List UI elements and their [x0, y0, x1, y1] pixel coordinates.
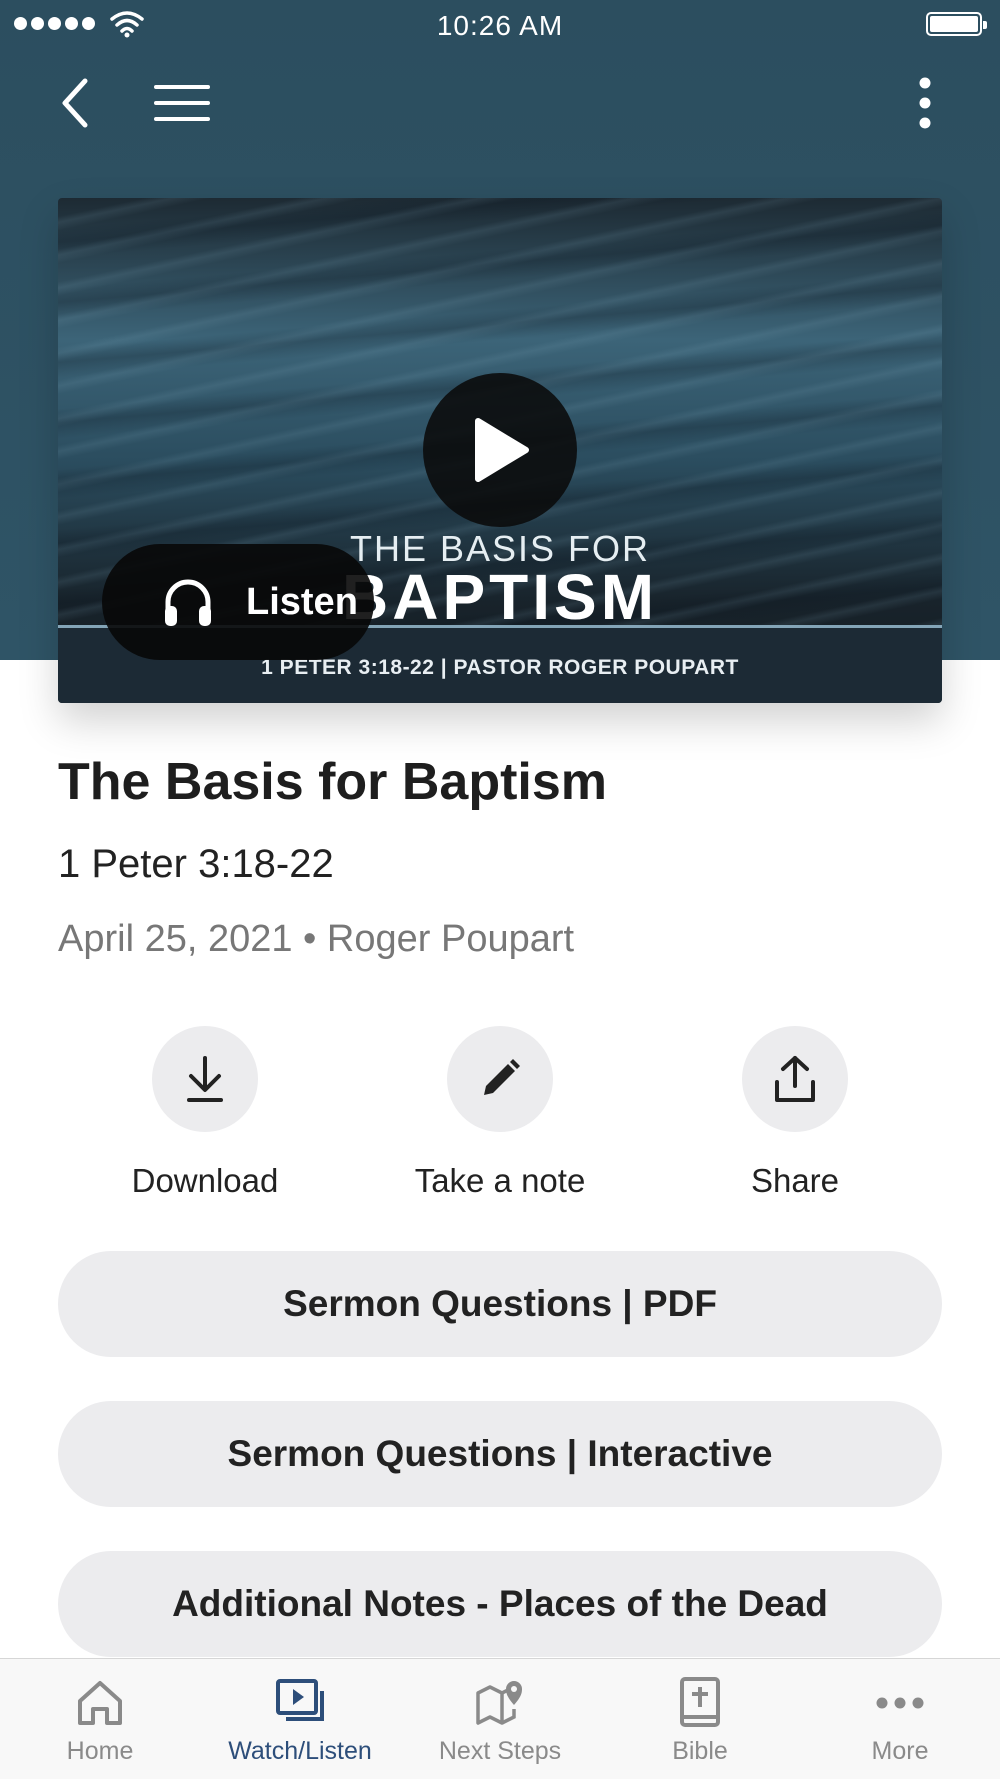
tab-bar: Home Watch/Listen Next Steps Bible More	[0, 1658, 1000, 1779]
take-note-button[interactable]: Take a note	[380, 1026, 620, 1200]
tab-next-steps[interactable]: Next Steps	[400, 1659, 600, 1779]
tab-next-steps-label: Next Steps	[438, 1737, 562, 1765]
sermon-video-thumbnail[interactable]: THE BASIS FOR BAPTISM 1 PETER 3:18-22 | …	[58, 198, 942, 703]
more-horizontal-icon	[876, 1697, 924, 1709]
tab-more-label: More	[871, 1737, 929, 1765]
status-bar: 10:26 AM	[0, 0, 1000, 50]
battery-icon	[926, 12, 987, 36]
download-button[interactable]: Download	[85, 1026, 325, 1200]
tab-bible-label: Bible	[672, 1737, 728, 1765]
download-icon	[187, 1056, 223, 1102]
share-label: Share	[750, 1162, 840, 1199]
pencil-icon	[484, 1059, 520, 1095]
headphones-icon	[165, 579, 211, 626]
share-circle[interactable]	[742, 1026, 848, 1132]
back-button[interactable]	[40, 68, 110, 138]
more-vertical-icon	[919, 77, 931, 129]
scripture-reference: 1 Peter 3:18-22	[58, 842, 334, 886]
listen-button[interactable]: Listen	[102, 544, 374, 660]
more-options-button[interactable]	[890, 68, 960, 138]
home-icon	[78, 1681, 122, 1725]
map-pin-icon	[476, 1681, 522, 1725]
video-library-icon	[276, 1679, 324, 1721]
tab-bible[interactable]: Bible	[600, 1659, 800, 1779]
sermon-title: The Basis for Baptism	[58, 753, 608, 811]
hamburger-menu-icon	[154, 85, 210, 121]
take-note-circle[interactable]	[447, 1026, 553, 1132]
play-button[interactable]	[423, 373, 577, 527]
tab-watch-listen-label: Watch/Listen	[228, 1737, 372, 1765]
chevron-left-icon	[62, 78, 88, 128]
tab-home[interactable]: Home	[0, 1659, 200, 1779]
download-circle[interactable]	[152, 1026, 258, 1132]
status-time: 10:26 AM	[436, 10, 564, 41]
bible-icon	[680, 1677, 720, 1727]
download-label: Download	[131, 1162, 279, 1199]
share-icon	[775, 1056, 815, 1102]
tab-watch-listen[interactable]: Watch/Listen	[200, 1659, 400, 1779]
play-icon	[475, 418, 529, 482]
sermon-questions-pdf-button[interactable]: Sermon Questions | PDF	[58, 1251, 942, 1357]
share-button[interactable]: Share	[675, 1026, 915, 1200]
take-note-label: Take a note	[414, 1162, 586, 1199]
tab-more[interactable]: More	[800, 1659, 1000, 1779]
tab-home-label: Home	[66, 1737, 134, 1765]
additional-notes-button[interactable]: Additional Notes - Places of the Dead	[58, 1551, 942, 1657]
sermon-questions-interactive-button[interactable]: Sermon Questions | Interactive	[58, 1401, 942, 1507]
sermon-date-speaker: April 25, 2021 • Roger Poupart	[58, 918, 575, 960]
menu-button[interactable]	[147, 68, 217, 138]
listen-label: Listen	[246, 580, 358, 623]
